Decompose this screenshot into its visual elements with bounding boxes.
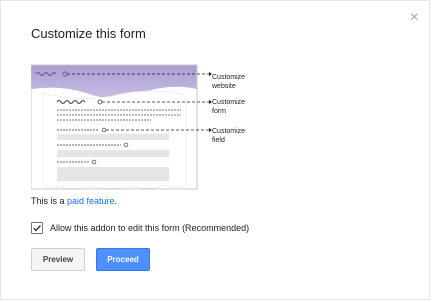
annotation-customize-website: Customize website: [212, 74, 246, 90]
dialog-title: Customize this form: [31, 26, 146, 41]
close-icon[interactable]: ×: [410, 10, 419, 26]
preview-button[interactable]: Preview: [31, 248, 85, 271]
paid-feature-link[interactable]: paid feature: [67, 196, 115, 206]
allow-edit-checkbox[interactable]: [31, 222, 43, 234]
proceed-button[interactable]: Proceed: [96, 248, 150, 271]
allow-edit-row[interactable]: Allow this addon to edit this form (Reco…: [31, 222, 249, 234]
annotation-customize-form: Customize form: [212, 99, 246, 115]
customize-form-dialog: × Customize this form Customize website …: [0, 0, 430, 300]
allow-edit-label: Allow this addon to edit this form (Reco…: [50, 223, 250, 233]
annotation-customize-field: Customize field: [212, 128, 246, 144]
checkmark-icon: [33, 225, 41, 232]
paid-feature-note: This is a paid feature.: [31, 196, 118, 206]
